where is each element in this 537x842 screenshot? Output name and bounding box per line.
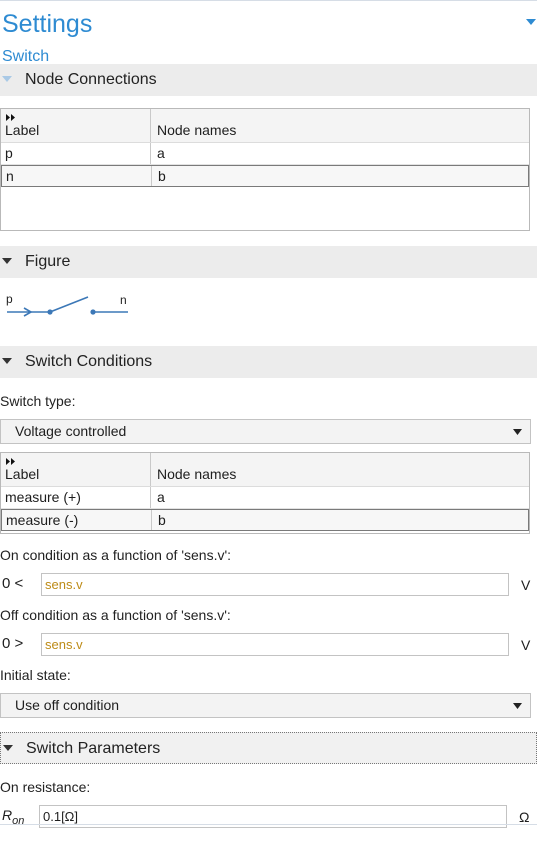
ron-symbol: Ron [2,807,25,827]
on-resistance-label: On resistance: [0,779,91,795]
row-label: measure (+) [1,487,151,508]
initial-state-value: Use off condition [15,697,120,713]
row-node-name[interactable]: b [152,166,528,186]
column-header-label[interactable]: Label [1,109,151,142]
column-header-node-names[interactable]: Node names [151,109,529,142]
on-condition-label: On condition as a function of 'sens.v': [0,547,232,563]
column-header-label[interactable]: Label [1,453,151,486]
on-condition-unit: V [521,577,531,593]
on-condition-input[interactable]: sens.v [41,573,509,596]
collapse-caret-icon[interactable] [525,17,537,27]
column-header-node-names[interactable]: Node names [151,453,529,486]
off-condition-input[interactable]: sens.v [41,633,509,656]
switch-type-select[interactable]: Voltage controlled [0,419,531,444]
section-title: Figure [25,253,71,270]
section-switch-parameters[interactable]: Switch Parameters [0,732,537,764]
table-row[interactable]: measure (+) a [1,487,529,509]
section-switch-conditions[interactable]: Switch Conditions [0,346,537,378]
figure-label-p: p [6,292,13,306]
table-row[interactable]: p a [1,143,529,165]
table-header: Label Node names [1,109,529,143]
row-label: p [1,143,151,164]
initial-state-label: Initial state: [0,667,71,683]
move-columns-icon[interactable] [5,457,17,466]
dropdown-arrow-icon [513,429,522,435]
expanded-caret-icon [2,358,12,364]
expanded-caret-icon [2,76,12,82]
switch-type-label: Switch type: [0,393,76,409]
on-condition-prefix: 0 < [2,575,24,592]
dropdown-arrow-icon [513,703,522,709]
bottom-border [0,824,537,825]
measure-nodes-table: Label Node names measure (+) a measure (… [0,452,530,534]
section-title: Node Connections [25,71,157,88]
row-node-name[interactable]: b [152,510,528,530]
expanded-caret-icon [3,745,13,751]
off-condition-unit: V [521,637,531,653]
section-title: Switch Conditions [25,353,153,370]
row-label: measure (-) [2,510,152,530]
switch-symbol-figure: p n [6,292,128,317]
table-header: Label Node names [1,453,529,487]
top-border [0,0,537,1]
row-node-name[interactable]: a [151,143,529,164]
row-label: n [2,166,152,186]
section-node-connections[interactable]: Node Connections [0,64,537,96]
expanded-caret-icon [2,258,12,264]
row-node-name[interactable]: a [151,487,529,508]
off-condition-label: Off condition as a function of 'sens.v': [0,607,231,623]
figure-label-n: n [120,293,127,307]
table-row[interactable]: measure (-) b [1,509,529,531]
section-figure[interactable]: Figure [0,246,537,278]
table-row[interactable]: n b [1,165,529,187]
section-title: Switch Parameters [26,740,161,757]
move-columns-icon[interactable] [5,113,17,122]
off-condition-prefix: 0 > [2,635,24,652]
switch-type-value: Voltage controlled [15,423,127,439]
node-connections-table: Label Node names p a n b [0,108,530,231]
page-title: Settings [2,10,93,38]
initial-state-select[interactable]: Use off condition [0,693,531,718]
